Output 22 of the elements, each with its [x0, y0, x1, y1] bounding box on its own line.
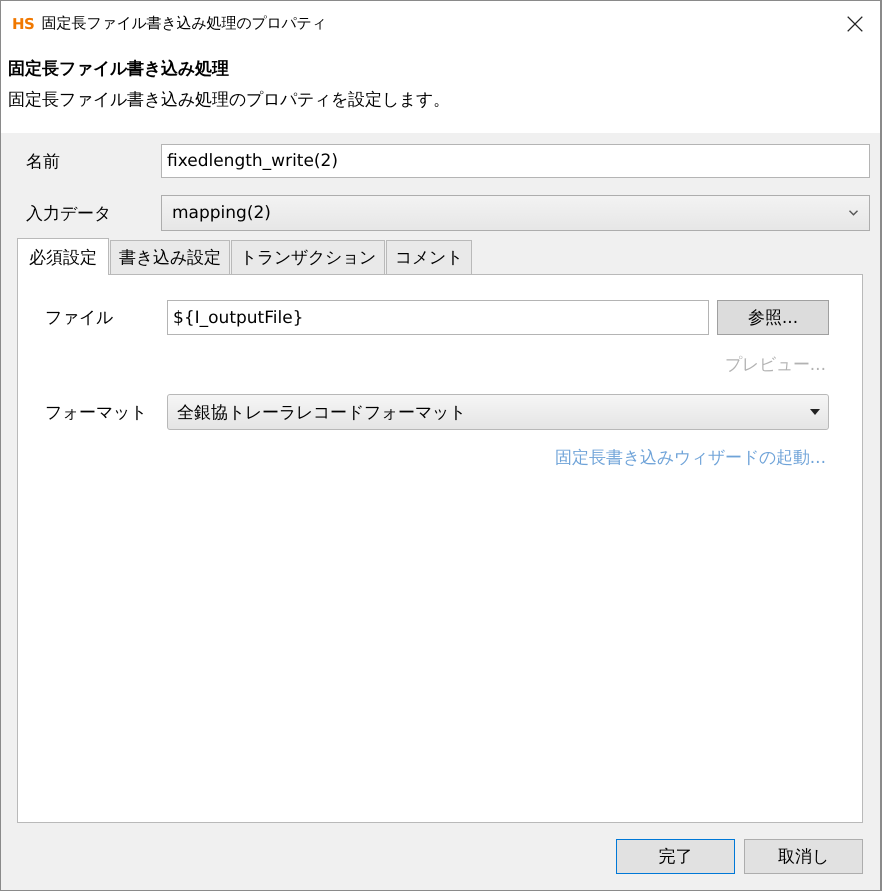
file-path-field[interactable]: ${I_outputFile} [167, 300, 709, 335]
dialog-description: 固定長ファイル書き込み処理のプロパティを設定します。 [8, 89, 450, 111]
dropdown[interactable]: mapping(2) [161, 195, 870, 231]
browse-button[interactable]: 参照... [717, 300, 829, 335]
dialog-button[interactable]: 取消し [744, 839, 863, 874]
text-field[interactable]: fixedlength_write(2) [161, 144, 870, 178]
dialog-heading: 固定長ファイル書き込み処理 [8, 58, 229, 80]
tab[interactable]: コメント [386, 240, 472, 274]
tab[interactable]: 書き込み設定 [110, 240, 230, 274]
window-title: 固定長ファイル書き込み処理のプロパティ [41, 14, 326, 33]
app-logo: HS [12, 14, 34, 32]
dialog-button[interactable]: 完了 [616, 839, 735, 874]
close-icon [847, 16, 863, 32]
tab[interactable]: 必須設定 [17, 238, 109, 275]
format-dropdown[interactable]: 全銀協トレーラレコードフォーマット [167, 394, 829, 430]
field-label: 入力データ [26, 202, 112, 224]
field-label: 名前 [26, 150, 61, 172]
field-label: フォーマット [45, 402, 148, 424]
tab[interactable]: トランザクション [231, 240, 385, 274]
field-label: ファイル [45, 307, 114, 329]
chevron-down-icon [849, 210, 858, 216]
caret-down-icon [810, 409, 820, 415]
